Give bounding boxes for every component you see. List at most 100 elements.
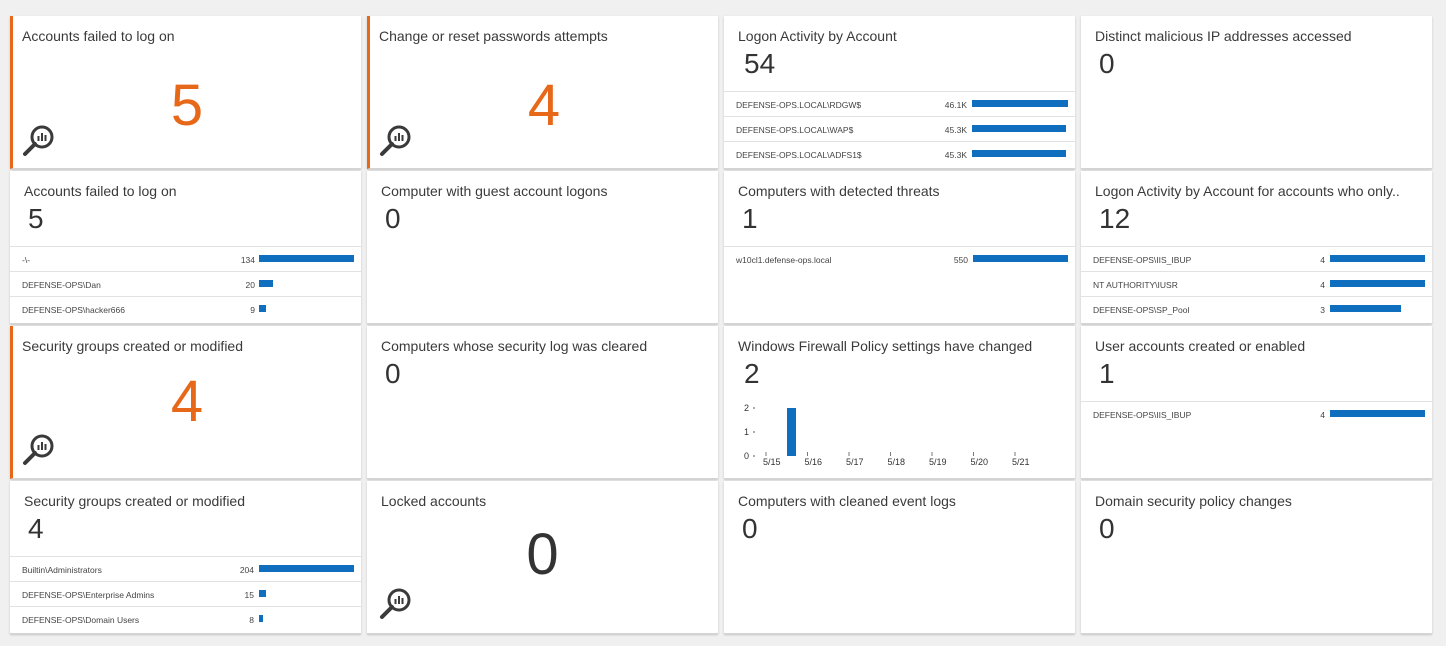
list-item[interactable]: DEFENSE-OPS\Domain Users 8 bbox=[10, 606, 361, 631]
tile-malicious-ip-addresses[interactable]: Distinct malicious IP addresses accessed… bbox=[1081, 16, 1432, 169]
list-item-value: 9 bbox=[250, 305, 255, 315]
tile-title: Domain security policy changes bbox=[1095, 493, 1292, 509]
list-item[interactable]: DEFENSE-OPS.LOCAL\WAP$ 45.3K bbox=[724, 116, 1075, 141]
list-item-name: DEFENSE-OPS\Domain Users bbox=[22, 615, 140, 625]
tile-title: Distinct malicious IP addresses accessed bbox=[1095, 28, 1352, 44]
account-list: -\- 134 DEFENSE-OPS\Dan 20 DEFENSE-OPS\hacke… bbox=[10, 246, 361, 321]
group-list: Builtin\Administrators 204 DEFENSE-OPS\Ent… bbox=[10, 556, 361, 631]
list-item[interactable]: DEFENSE-OPS\Dan 20 bbox=[10, 271, 361, 296]
tile-value: 4 bbox=[28, 513, 44, 544]
tile-value: 0 bbox=[1099, 513, 1115, 544]
tile-logon-activity-by-account[interactable]: Logon Activity by Account 54 DEFENSE-OPS… bbox=[724, 16, 1075, 169]
list-item-bar bbox=[972, 150, 1066, 157]
magnifier-chart-icon[interactable] bbox=[379, 124, 413, 158]
tile-cleaned-event-logs[interactable]: Computers with cleaned event logs 0 bbox=[724, 481, 1075, 634]
tile-value: 0 bbox=[1099, 48, 1115, 79]
dashboard-grid: Accounts failed to log on 5 Change or re… bbox=[0, 0, 1446, 646]
tile-computers-detected-threats[interactable]: Computers with detected threats 1 w10cl1… bbox=[724, 171, 1075, 324]
list-item[interactable]: DEFENSE-OPS.LOCAL\RDGW$ 46.1K bbox=[724, 91, 1075, 116]
list-item-bar bbox=[259, 565, 354, 572]
tile-accounts-failed-logon-list[interactable]: Accounts failed to log on 5 -\- 134 DEFENS… bbox=[10, 171, 361, 324]
x-tick-label: 5/16 bbox=[805, 457, 823, 467]
tile-title: User accounts created or enabled bbox=[1095, 338, 1306, 354]
tile-value: 4 bbox=[170, 369, 204, 434]
tile-locked-accounts[interactable]: Locked accounts 0 bbox=[367, 481, 718, 634]
list-item[interactable]: DEFENSE-OPS.LOCAL\ADFS1$ 45.3K bbox=[724, 141, 1075, 166]
x-tick-label: 5/20 bbox=[971, 457, 989, 467]
list-item[interactable]: DEFENSE-OPS\IIS_IBUP 4 bbox=[1081, 246, 1432, 271]
list-item-value: 550 bbox=[953, 255, 968, 265]
list-item[interactable]: DEFENSE-OPS\hacker666 9 bbox=[10, 296, 361, 321]
list-item[interactable]: -\- 134 bbox=[10, 246, 361, 271]
list-item-value: 46.1K bbox=[944, 100, 967, 110]
list-item-name: NT AUTHORITY\IUSR bbox=[1093, 280, 1178, 290]
tile-title: Accounts failed to log on bbox=[24, 183, 177, 199]
x-tick-label: 5/17 bbox=[846, 457, 864, 467]
list-item[interactable]: DEFENSE-OPS\Enterprise Admins 15 bbox=[10, 581, 361, 606]
list-item-bar bbox=[1330, 280, 1425, 287]
list-item-bar bbox=[259, 615, 263, 622]
chart-bar[interactable] bbox=[787, 408, 796, 456]
tile-value: 1 bbox=[1099, 358, 1115, 389]
list-item-name: DEFENSE-OPS\IIS_IBUP bbox=[1093, 410, 1192, 420]
list-item-value: 8 bbox=[249, 615, 254, 625]
list-item-value: 45.3K bbox=[944, 125, 967, 135]
tile-value: 5 bbox=[28, 203, 44, 234]
tile-guest-account-logons[interactable]: Computer with guest account logons 0 bbox=[367, 171, 718, 324]
list-item[interactable]: Builtin\Administrators 204 bbox=[10, 556, 361, 581]
tile-security-groups-list[interactable]: Security groups created or modified 4 Bu… bbox=[10, 481, 361, 634]
magnifier-chart-icon[interactable] bbox=[379, 587, 413, 621]
tile-value: 0 bbox=[742, 513, 758, 544]
tile-user-accounts-created[interactable]: User accounts created or enabled 1 DEFEN… bbox=[1081, 326, 1432, 479]
magnifier-chart-icon[interactable] bbox=[22, 124, 56, 158]
list-item-bar bbox=[259, 280, 273, 287]
list-item-bar bbox=[259, 255, 354, 262]
list-item-name: Builtin\Administrators bbox=[22, 565, 102, 575]
list-item-name: -\- bbox=[22, 255, 31, 265]
tile-value: 4 bbox=[527, 73, 561, 138]
account-list: DEFENSE-OPS\IIS_IBUP 4 bbox=[1081, 401, 1432, 426]
list-item-name: DEFENSE-OPS.LOCAL\WAP$ bbox=[736, 125, 854, 135]
tile-title: Computers with cleaned event logs bbox=[738, 493, 956, 509]
tile-security-groups-summary[interactable]: Security groups created or modified 4 bbox=[10, 326, 361, 479]
tile-logon-activity-accounts-who-only[interactable]: Logon Activity by Account for accounts w… bbox=[1081, 171, 1432, 324]
list-item-name: w10cl1.defense-ops.local bbox=[736, 255, 832, 265]
list-item-name: DEFENSE-OPS\IIS_IBUP bbox=[1093, 255, 1192, 265]
list-item-bar bbox=[972, 125, 1066, 132]
list-item-bar bbox=[1330, 410, 1425, 417]
magnifier-chart-icon[interactable] bbox=[22, 433, 56, 467]
tile-firewall-policy-changed[interactable]: Windows Firewall Policy settings have ch… bbox=[724, 326, 1075, 479]
tile-security-log-cleared[interactable]: Computers whose security log was cleared… bbox=[367, 326, 718, 479]
list-item-name: DEFENSE-OPS.LOCAL\ADFS1$ bbox=[736, 150, 862, 160]
list-item-value: 20 bbox=[245, 280, 255, 290]
list-item-bar bbox=[972, 100, 1068, 107]
list-item[interactable]: NT AUTHORITY\IUSR 4 bbox=[1081, 271, 1432, 296]
list-item-name: DEFENSE-OPS\SP_Pool bbox=[1093, 305, 1190, 315]
list-item-value: 4 bbox=[1320, 255, 1325, 265]
tile-title: Change or reset passwords attempts bbox=[379, 28, 608, 44]
list-item[interactable]: DEFENSE-OPS\IIS_IBUP 4 bbox=[1081, 401, 1432, 426]
tile-value: 1 bbox=[742, 203, 758, 234]
list-item-bar bbox=[1330, 305, 1401, 312]
tile-password-reset-attempts[interactable]: Change or reset passwords attempts 4 bbox=[367, 16, 718, 169]
tile-value: 0 bbox=[385, 203, 401, 234]
list-item-value: 4 bbox=[1320, 280, 1325, 290]
tile-accounts-failed-logon-summary[interactable]: Accounts failed to log on 5 bbox=[10, 16, 361, 169]
list-item[interactable]: w10cl1.defense-ops.local 550 bbox=[724, 246, 1075, 271]
tile-title: Logon Activity by Account bbox=[738, 28, 897, 44]
list-item-name: DEFENSE-OPS\hacker666 bbox=[22, 305, 125, 315]
y-tick-label: 1 bbox=[744, 427, 749, 437]
tile-title: Logon Activity by Account for accounts w… bbox=[1095, 183, 1400, 199]
x-tick-label: 5/21 bbox=[1012, 457, 1030, 467]
list-item[interactable]: DEFENSE-OPS\SP_Pool 3 bbox=[1081, 296, 1432, 321]
tile-value: 12 bbox=[1099, 203, 1131, 234]
tile-value: 0 bbox=[526, 522, 559, 587]
tile-domain-security-policy[interactable]: Domain security policy changes 0 bbox=[1081, 481, 1432, 634]
firewall-changes-bar-chart: 0 1 2 5/15 5/16 5/17 5/18 5/19 5/20 5/21 bbox=[744, 403, 1030, 467]
y-tick-label: 0 bbox=[744, 451, 749, 461]
list-item-name: DEFENSE-OPS.LOCAL\RDGW$ bbox=[736, 100, 862, 110]
list-item-bar bbox=[973, 255, 1068, 262]
x-tick-label: 5/19 bbox=[929, 457, 947, 467]
list-item-value: 4 bbox=[1320, 410, 1325, 420]
tile-title: Windows Firewall Policy settings have ch… bbox=[738, 338, 1033, 354]
